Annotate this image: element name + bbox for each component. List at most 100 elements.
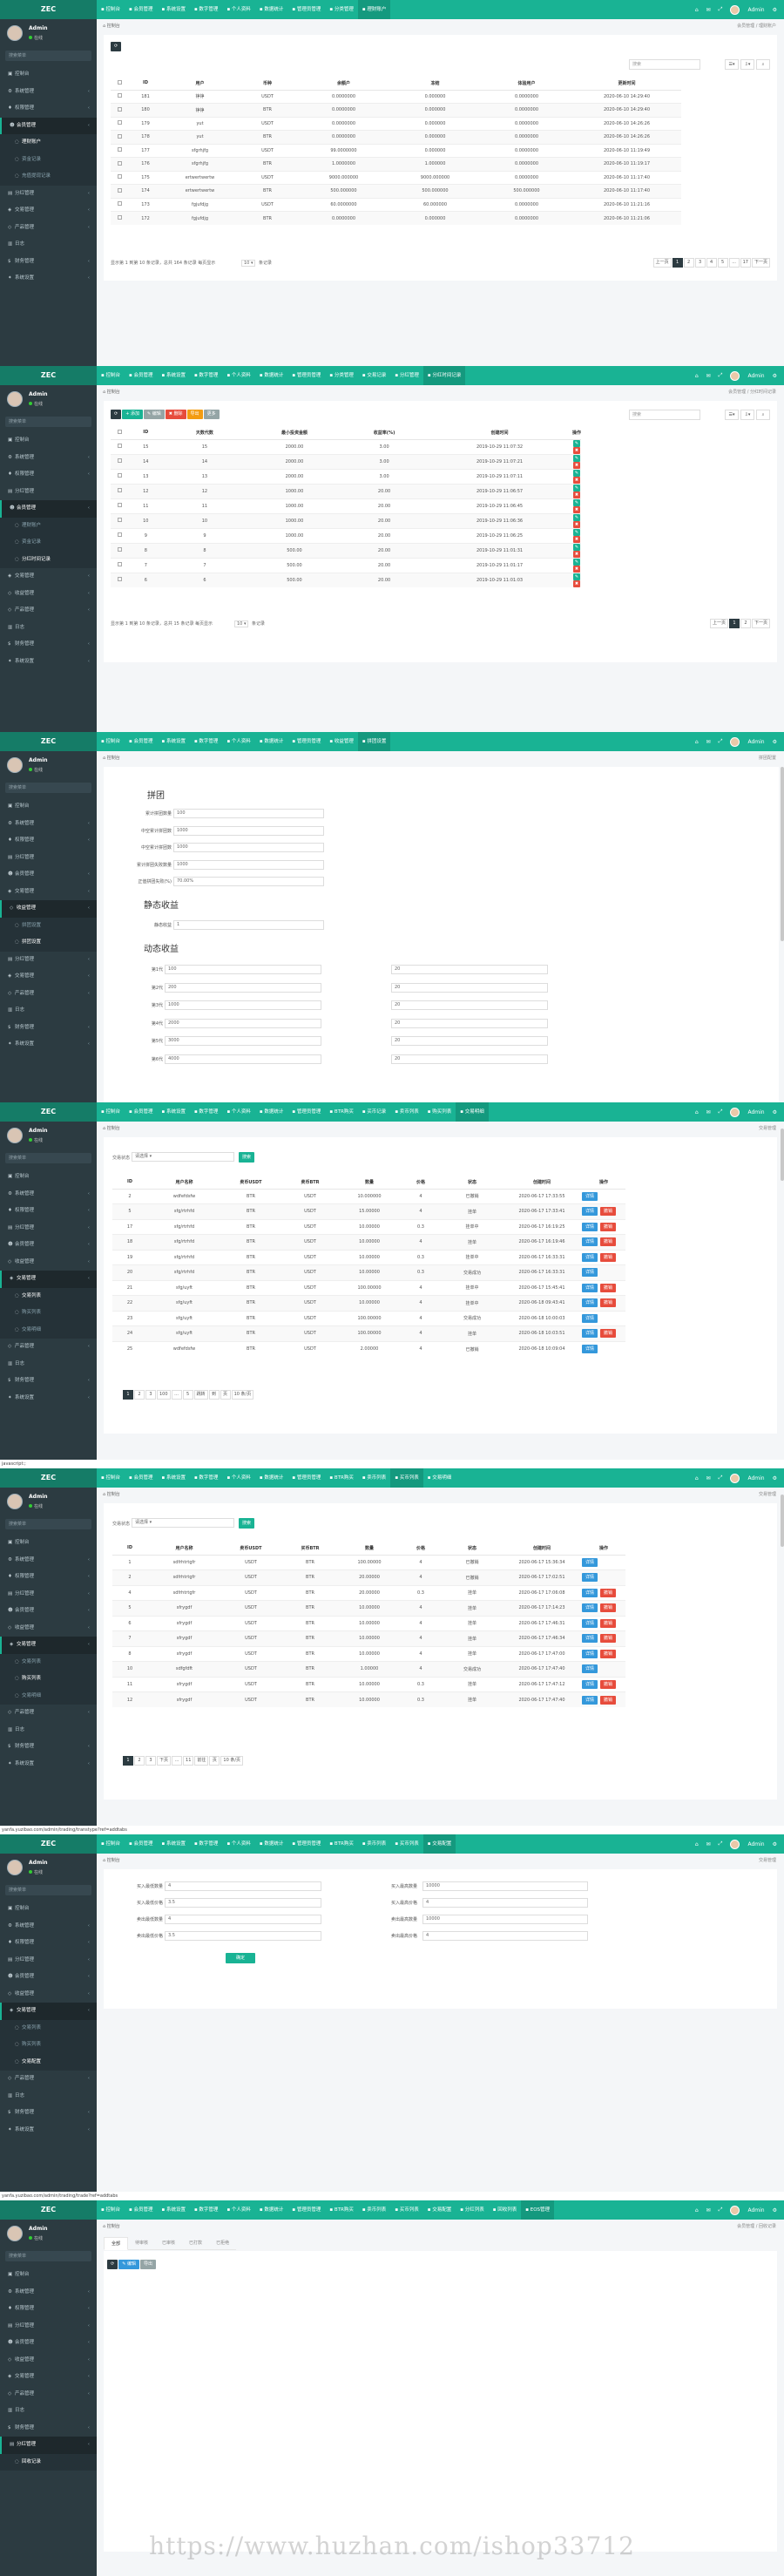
page-button[interactable]: 下一页 xyxy=(751,258,770,268)
sidebar-item[interactable]: $ 财务管理 ‹ xyxy=(0,2420,97,2437)
edit-icon[interactable]: ✎ xyxy=(572,558,580,566)
sidebar-item[interactable]: ☻ 会员管理 ‹ xyxy=(0,1603,97,1620)
table-search-input[interactable]: 搜索 xyxy=(629,410,700,420)
sidebar-item[interactable]: ◇ 产品管理 ‹ xyxy=(0,2071,97,2088)
message-icon[interactable]: ✉ xyxy=(706,739,711,745)
top-nav-tab[interactable]: ▪ 系统设置 xyxy=(157,1102,189,1122)
detail-button[interactable]: 详情 xyxy=(582,1557,598,1567)
sidebar-item[interactable]: ▤ 分红管理 ‹ xyxy=(0,952,97,969)
page-button[interactable]: 页 xyxy=(220,1390,231,1400)
edit-icon[interactable]: ✎ xyxy=(572,543,580,551)
delete-icon[interactable]: ✖ xyxy=(572,520,580,528)
top-nav-tab[interactable]: ▪ 控制台 xyxy=(97,1468,125,1488)
home-icon[interactable]: ⌂ xyxy=(695,1475,699,1481)
table-row[interactable]: 17 sfg/rtrhfd BTR USDT 10.00000 0.3 挂单中 2020-06… xyxy=(112,1218,625,1235)
table-row[interactable]: 1 sdfrhtrtgfr USDT BTR 100.00000 4 已撤销 2020-06-… xyxy=(112,1554,625,1570)
page-button[interactable]: 2 xyxy=(134,1390,145,1400)
delete-icon[interactable]: ✖ xyxy=(572,580,580,587)
sidebar-item[interactable]: ◈ 交易管理 ‹ xyxy=(0,1637,97,1654)
sidebar-item[interactable]: ◈ 交易管理 ‹ xyxy=(0,568,97,586)
breadcrumb-home[interactable]: ⌂ 控制台 xyxy=(103,1125,120,1131)
delete-icon[interactable]: ✖ xyxy=(572,565,580,573)
sidebar-item[interactable]: ◇ 产品管理 ‹ xyxy=(0,986,97,1003)
detail-button[interactable]: 详情 xyxy=(582,1695,598,1705)
search-button[interactable]: 搜索 xyxy=(239,1518,255,1529)
row-checkbox[interactable] xyxy=(118,503,123,507)
page-button[interactable]: 100 xyxy=(157,1390,171,1400)
home-icon[interactable]: ⌂ xyxy=(695,739,699,745)
detail-button[interactable]: 详情 xyxy=(582,1345,598,1353)
field-input[interactable]: 3.5 xyxy=(165,1931,321,1941)
sidebar-item[interactable]: ⚙ 系统管理 ‹ xyxy=(0,1552,97,1569)
scrollbar[interactable] xyxy=(781,1129,784,1181)
sidebar-item[interactable]: ⚙ 系统管理 ‹ xyxy=(0,450,97,467)
field-input[interactable]: 1 xyxy=(173,920,324,930)
column-header[interactable]: ID xyxy=(112,1542,147,1556)
sidebar-item[interactable]: ▥ 日志 xyxy=(0,1002,97,1020)
avatar[interactable] xyxy=(730,1473,740,1483)
sidebar-item[interactable]: ◌ 回收记录 xyxy=(0,2453,97,2471)
status-select[interactable]: 请选择 ▾ xyxy=(132,1152,234,1162)
edit-icon[interactable]: ✎ xyxy=(572,484,580,491)
field-input[interactable]: 1000 xyxy=(173,843,324,852)
page-button[interactable]: 2 xyxy=(134,1756,145,1766)
top-nav-tab[interactable]: ▪ 买币列表 xyxy=(390,1834,422,1854)
avatar[interactable] xyxy=(730,4,740,15)
toolbar-button[interactable]: ⟳ xyxy=(107,2260,118,2269)
sidebar-item[interactable]: ▥ 日志 xyxy=(0,1722,97,1739)
table-row[interactable]: 13 13 2000.00 3.00 2019-10-29 11:07:11 ✎✖ xyxy=(111,468,581,484)
sidebar-item[interactable]: ♦ 权限管理 ‹ xyxy=(0,1935,97,1952)
revoke-button[interactable]: 撤销 xyxy=(600,1237,617,1247)
sidebar-item[interactable]: ◇ 收益管理 ‹ xyxy=(0,1254,97,1271)
sidebar-item[interactable]: $ 财务管理 ‹ xyxy=(0,636,97,654)
sidebar-item[interactable]: $ 财务管理 ‹ xyxy=(0,2105,97,2122)
column-header[interactable]: 用户 xyxy=(163,77,237,91)
select-all-checkbox[interactable] xyxy=(118,429,123,434)
column-header[interactable]: 收益率(%) xyxy=(341,426,428,440)
top-nav-tab[interactable]: ▪ 系统设置 xyxy=(157,1834,189,1854)
sidebar-search-input[interactable]: 搜索菜单 xyxy=(5,1885,91,1895)
sidebar-item[interactable]: ✦ 系统设置 ‹ xyxy=(0,654,97,671)
status-tab[interactable]: 已拒绝 xyxy=(209,2237,237,2250)
detail-button[interactable]: 详情 xyxy=(582,1649,598,1658)
sidebar-item[interactable]: ◈ 交易管理 ‹ xyxy=(0,2369,97,2386)
message-icon[interactable]: ✉ xyxy=(706,1475,711,1481)
table-row[interactable]: 8 sfrygdf USDT BTR 10.00000 4 挂单 2020-06-17 17:… xyxy=(112,1645,625,1662)
sidebar-item[interactable]: ◌ 充值提现记录 xyxy=(0,168,97,186)
top-nav-tab[interactable]: ▪ 数字管理 xyxy=(190,366,222,385)
field-input[interactable]: 100 xyxy=(165,965,321,974)
top-nav-tab[interactable]: ▪ 管理员管理 xyxy=(287,2200,325,2220)
field-input[interactable]: 10000 xyxy=(422,1881,588,1891)
top-nav-tab[interactable]: ▪ 系统设置 xyxy=(157,366,189,385)
page-button[interactable]: 2 xyxy=(683,258,694,268)
top-nav-tab[interactable]: ▪ 控制台 xyxy=(97,1102,125,1122)
toolbar-button[interactable]: ✎ 编辑 xyxy=(143,410,165,419)
breadcrumb-home[interactable]: ⌂ 控制台 xyxy=(103,755,120,761)
sidebar-item[interactable]: ✦ 系统设置 ‹ xyxy=(0,2122,97,2139)
revoke-button[interactable]: 撤销 xyxy=(600,1679,617,1689)
detail-button[interactable]: 详情 xyxy=(582,1191,598,1201)
sidebar-item[interactable]: ☻ 会员管理 ‹ xyxy=(0,117,97,134)
top-nav-tab[interactable]: ▪ 会员管理 xyxy=(125,366,157,385)
settings-icon[interactable]: ⚙ xyxy=(773,1475,777,1481)
sidebar-search-input[interactable]: 搜索菜单 xyxy=(5,783,91,793)
top-nav-tab[interactable]: ▪ 数据统计 xyxy=(255,1102,287,1122)
field-input[interactable]: 1000 xyxy=(173,825,324,836)
sidebar-item[interactable]: ◌ 交易列表 xyxy=(0,1653,97,1671)
top-nav-tab[interactable]: ▪ 交易配置 xyxy=(422,1834,456,1854)
revoke-button[interactable]: 撤销 xyxy=(600,1222,617,1231)
per-page-select[interactable]: 10 ▾ xyxy=(234,620,249,627)
page-button[interactable]: 页 xyxy=(209,1756,220,1766)
top-nav-tab[interactable]: ▪ 买币列表 xyxy=(390,1468,423,1488)
page-button[interactable]: 跳转 xyxy=(193,1390,208,1400)
column-header[interactable]: 价格 xyxy=(399,1542,443,1556)
sidebar-item[interactable]: ⚙ 系统管理 ‹ xyxy=(0,84,97,101)
sidebar-item[interactable]: ◌ 购买列表 xyxy=(0,1671,97,1688)
top-nav-tab[interactable]: ▪ 控制台 xyxy=(97,732,125,751)
row-checkbox[interactable] xyxy=(118,458,123,463)
row-checkbox[interactable] xyxy=(118,577,123,582)
avatar[interactable] xyxy=(730,1107,740,1117)
detail-button[interactable]: 详情 xyxy=(582,1588,598,1597)
table-row[interactable]: 8 8 500.00 20.00 2019-10-29 11:01:31 ✎✖ xyxy=(111,542,581,558)
top-nav-tab[interactable]: ▪ 控制台 xyxy=(97,366,125,385)
